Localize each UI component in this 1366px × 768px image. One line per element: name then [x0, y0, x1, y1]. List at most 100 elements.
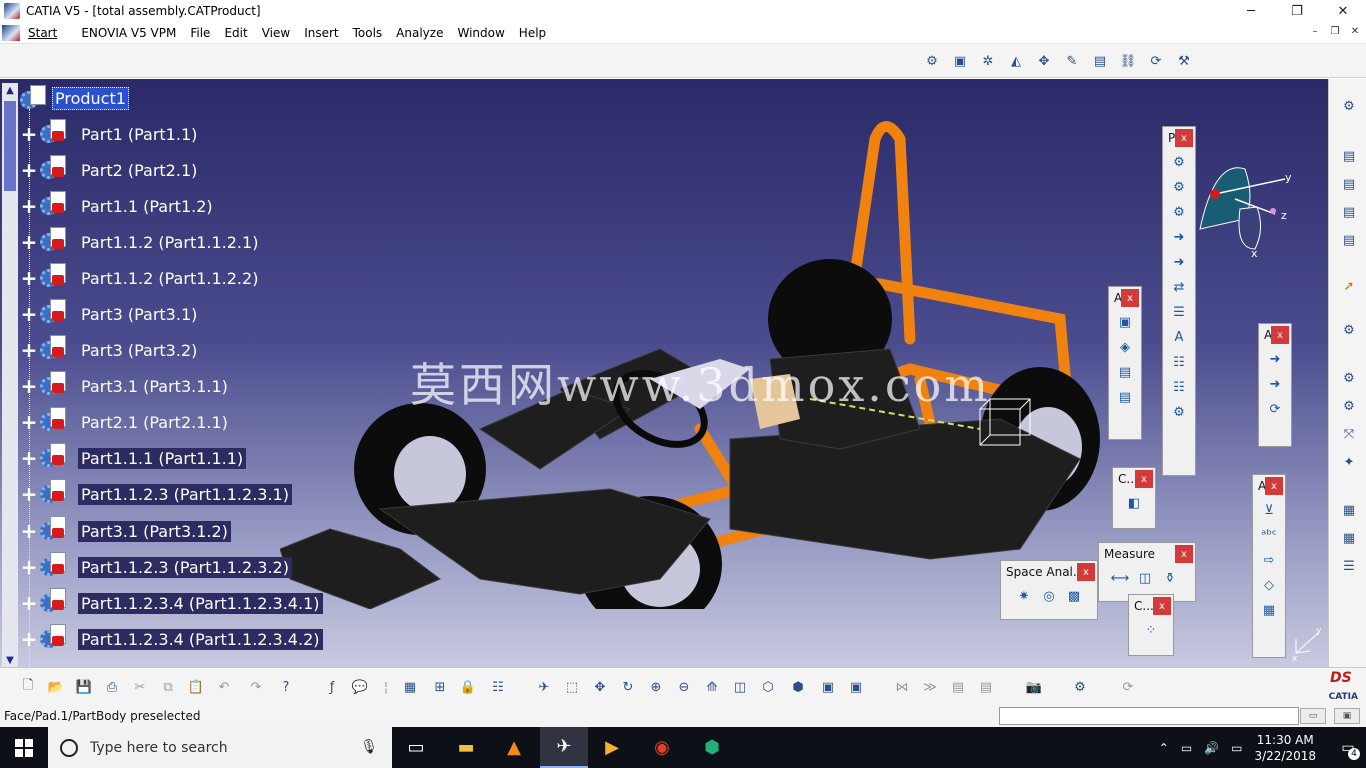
flag-note-icon[interactable]: ⟳	[1264, 398, 1286, 420]
clash-icon[interactable]: ✷	[1013, 585, 1035, 607]
expand-icon[interactable]: +	[20, 555, 38, 579]
eraser-icon[interactable]: ◧	[1123, 492, 1145, 514]
tree-node[interactable]: + Part3.1 (Part3.1.2)	[20, 516, 231, 546]
text-abc-icon[interactable]: ᵃᵇᶜ	[1258, 524, 1280, 546]
toolbar-close-button[interactable]: x	[1077, 563, 1095, 581]
swap-space-icon[interactable]: ▣	[844, 676, 868, 698]
expand-icon[interactable]: +	[20, 338, 38, 362]
zoom-in-icon[interactable]: ⊕	[644, 676, 668, 698]
toolbar-close-button[interactable]: x	[1265, 477, 1283, 495]
leader-icon[interactable]: ⇨	[1258, 549, 1280, 571]
menu-help[interactable]: Help	[517, 26, 558, 40]
command-ok-button[interactable]: ▭	[1300, 708, 1326, 724]
catia-app-icon[interactable]	[4, 3, 20, 19]
tree-node[interactable]: + Part3 (Part3.1)	[20, 299, 200, 329]
vlc-icon[interactable]: ▲	[490, 727, 538, 768]
microphone-icon[interactable]: 🎙	[360, 739, 378, 755]
tree-node-label[interactable]: Part1.1.2.3 (Part1.1.2.3.1)	[78, 483, 292, 505]
new-product-icon[interactable]: ⚙	[1168, 176, 1190, 198]
app-hex-icon[interactable]: ⬢	[688, 727, 736, 768]
reuse-pattern-icon[interactable]: ⁘	[1140, 619, 1162, 641]
swap-visible-icon[interactable]: ⚙	[1337, 367, 1361, 389]
rotate-icon[interactable]: ↻	[616, 676, 640, 698]
remove-icon[interactable]: ▤	[1114, 386, 1136, 408]
forward-icon[interactable]: ≫	[918, 676, 942, 698]
cut-icon[interactable]: ✂	[128, 676, 152, 698]
fly-icon[interactable]: ✈	[532, 676, 556, 698]
expand-icon[interactable]: +	[20, 482, 38, 506]
view-iso-icon[interactable]: ▤	[1337, 173, 1361, 195]
doc-close-button[interactable]: ✕	[1348, 24, 1362, 38]
minimize-button[interactable]: ─	[1228, 0, 1274, 22]
taskbar-search-box[interactable]: Type here to search 🎙	[48, 727, 392, 768]
manipulate-icon[interactable]: ✥	[1032, 50, 1056, 72]
knowledge-comment-icon[interactable]: 💬	[348, 676, 372, 698]
tree-node-label[interactable]: Part1.1.1 (Part1.1.1)	[78, 447, 247, 469]
expand-icon[interactable]: +	[20, 374, 38, 398]
save-icon[interactable]: 💾	[72, 676, 96, 698]
tree-node[interactable]: + Part1 (Part1.1)	[20, 119, 200, 149]
text-with-leader-icon[interactable]: ➜	[1264, 373, 1286, 395]
tree-node-label[interactable]: Part3.1 (Part3.1.1)	[78, 376, 231, 397]
shading-icon[interactable]: ⬢	[786, 676, 810, 698]
print-icon[interactable]: ⎙	[100, 676, 124, 698]
tree-node[interactable]: + Part3 (Part3.2)	[20, 335, 200, 365]
weld-feature-icon[interactable]: ➜	[1264, 348, 1286, 370]
render-icon[interactable]: ⚙	[1068, 676, 1092, 698]
hide-show-icon[interactable]: ⚙	[1337, 395, 1361, 417]
new-component-icon[interactable]: ⚙	[1168, 151, 1190, 173]
engineering-connections-icon[interactable]: ▦	[1337, 499, 1361, 521]
menu-file[interactable]: File	[188, 26, 222, 40]
scroll-thumb[interactable]	[4, 101, 16, 191]
tree-root[interactable]: Product1	[20, 85, 129, 111]
expand-icon[interactable]: +	[20, 122, 38, 146]
compass-widget[interactable]: y z x	[1195, 159, 1305, 259]
view-front-icon[interactable]: ▤	[1337, 145, 1361, 167]
toolbar-close-button[interactable]: x	[1135, 470, 1153, 488]
expand-icon[interactable]: +	[20, 158, 38, 182]
selection-trap-icon[interactable]: ⚙	[1337, 319, 1361, 341]
doc-minimize-button[interactable]: –	[1308, 24, 1322, 38]
toolbar-close-button[interactable]: x	[1175, 545, 1193, 563]
power-input-field[interactable]	[999, 707, 1299, 725]
view-top-icon[interactable]: ▤	[1337, 201, 1361, 223]
menu-insert[interactable]: Insert	[302, 26, 350, 40]
maximize-button[interactable]: ❐	[1274, 0, 1320, 22]
expand-icon[interactable]: +	[20, 302, 38, 326]
view-side-icon[interactable]: ▤	[1337, 229, 1361, 251]
tree-node[interactable]: + Part1.1.2 (Part1.1.2.1)	[20, 227, 261, 257]
toolbar-close-button[interactable]: x	[1121, 289, 1139, 307]
tree-node-label[interactable]: Part1.1.2 (Part1.1.2.2)	[78, 268, 261, 289]
tray-chevron-icon[interactable]: ⌃	[1159, 741, 1169, 755]
formula-icon[interactable]: ƒ	[320, 676, 344, 698]
snap-icon[interactable]: ▤	[1088, 50, 1112, 72]
file-explorer-icon[interactable]: ▬	[442, 727, 490, 768]
whats-this-icon[interactable]: ?	[274, 676, 298, 698]
command-cancel-button[interactable]: ▣	[1334, 708, 1360, 724]
redo-icon[interactable]: ↷	[244, 676, 268, 698]
fix-icon[interactable]: ⚒	[1172, 50, 1196, 72]
scroll-down-icon[interactable]: ▼	[2, 653, 18, 667]
select-cursor-icon[interactable]: ➚	[1337, 275, 1361, 297]
product-icon[interactable]: ✲	[976, 50, 1000, 72]
datum-icon[interactable]: ⊻	[1258, 499, 1280, 521]
annotation-planes-icon[interactable]: ▦	[1258, 599, 1280, 621]
tree-node-label[interactable]: Part1.1.2.3.4 (Part1.1.2.3.4.2)	[78, 628, 323, 650]
close-button[interactable]: ✕	[1320, 0, 1366, 22]
tree-node[interactable]: + Part1.1.2 (Part1.1.2.2)	[20, 263, 261, 293]
tree-node[interactable]: + Part1.1.2.3.4 (Part1.1.2.3.4.1)	[20, 588, 323, 618]
reload-icon[interactable]: ⟳	[1116, 676, 1140, 698]
new-part-icon[interactable]: ⚙	[1168, 201, 1190, 223]
measure-item-icon[interactable]: ◫	[1134, 567, 1156, 589]
expand-icon[interactable]: +	[20, 230, 38, 254]
wireframe-icon[interactable]: ⋈	[890, 676, 914, 698]
keyboard-language-icon[interactable]: ▭	[1231, 741, 1242, 755]
constraint-icon[interactable]: ⛓	[1116, 50, 1140, 72]
open-file-icon[interactable]: 📂	[44, 676, 68, 698]
pan-icon[interactable]: ✥	[588, 676, 612, 698]
graph-tree-reordering-icon[interactable]: ☰	[1168, 301, 1190, 323]
tree-node[interactable]: + Part3.1 (Part3.1.1)	[20, 371, 231, 401]
tree-node[interactable]: + Part1.1.2.3.4 (Part1.1.2.3.4.2)	[20, 624, 323, 654]
paste-icon[interactable]: 📋	[184, 676, 208, 698]
tree-node-label[interactable]: Part1.1.2.3.4 (Part1.1.2.3.4.1)	[78, 592, 323, 614]
